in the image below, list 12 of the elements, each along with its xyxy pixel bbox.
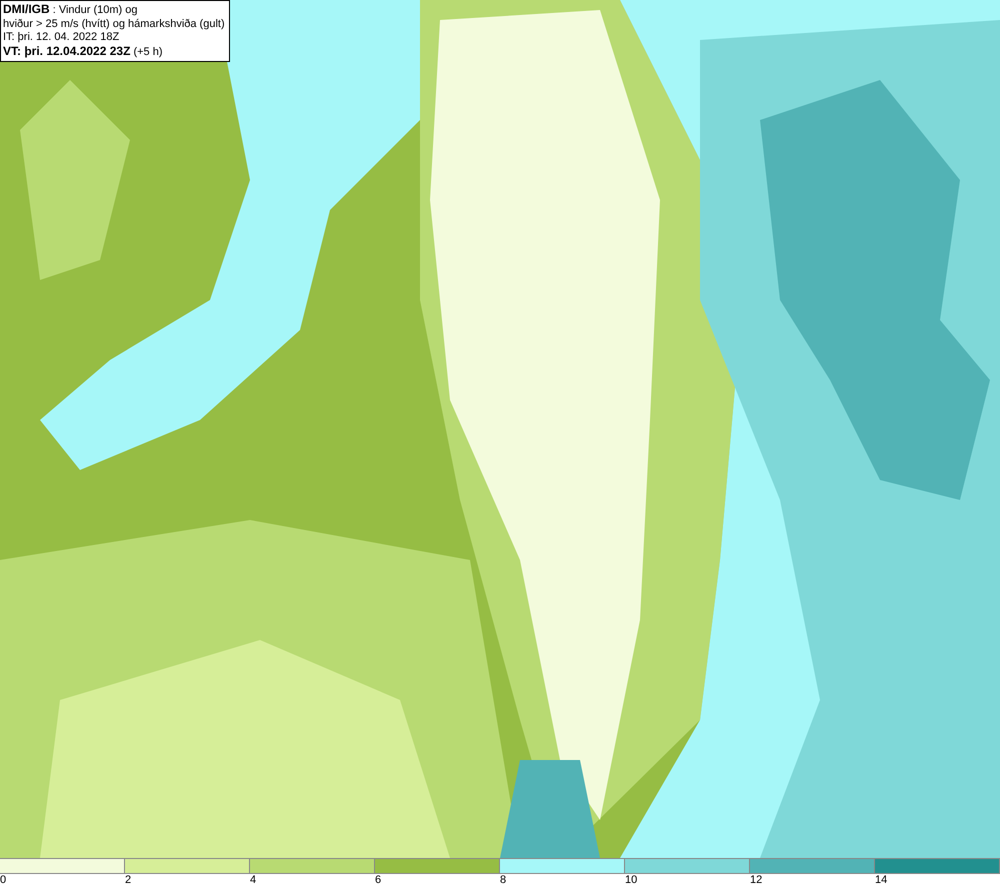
info-text: hviður > 25 m/s (hvítt) og hámarkshviða (gult)	[3, 18, 225, 31]
info-text: DMI/IGB : Vindur (10m) og	[3, 3, 139, 18]
legend-label: 6	[375, 874, 382, 887]
legend-label: 0	[0, 874, 6, 887]
info-text: IT: þri. 12. 04. 2022 18Z	[3, 31, 120, 44]
legend-label: 2	[125, 874, 132, 887]
legend-label: 12	[750, 874, 762, 887]
info-text: VT: þri. 12.04.2022 23Z (+5 h)	[3, 44, 164, 59]
legend-label: 10	[625, 874, 638, 887]
legend-label: 8	[500, 874, 506, 887]
legend-label: 14	[875, 874, 888, 887]
legend-label: 4	[250, 874, 256, 887]
